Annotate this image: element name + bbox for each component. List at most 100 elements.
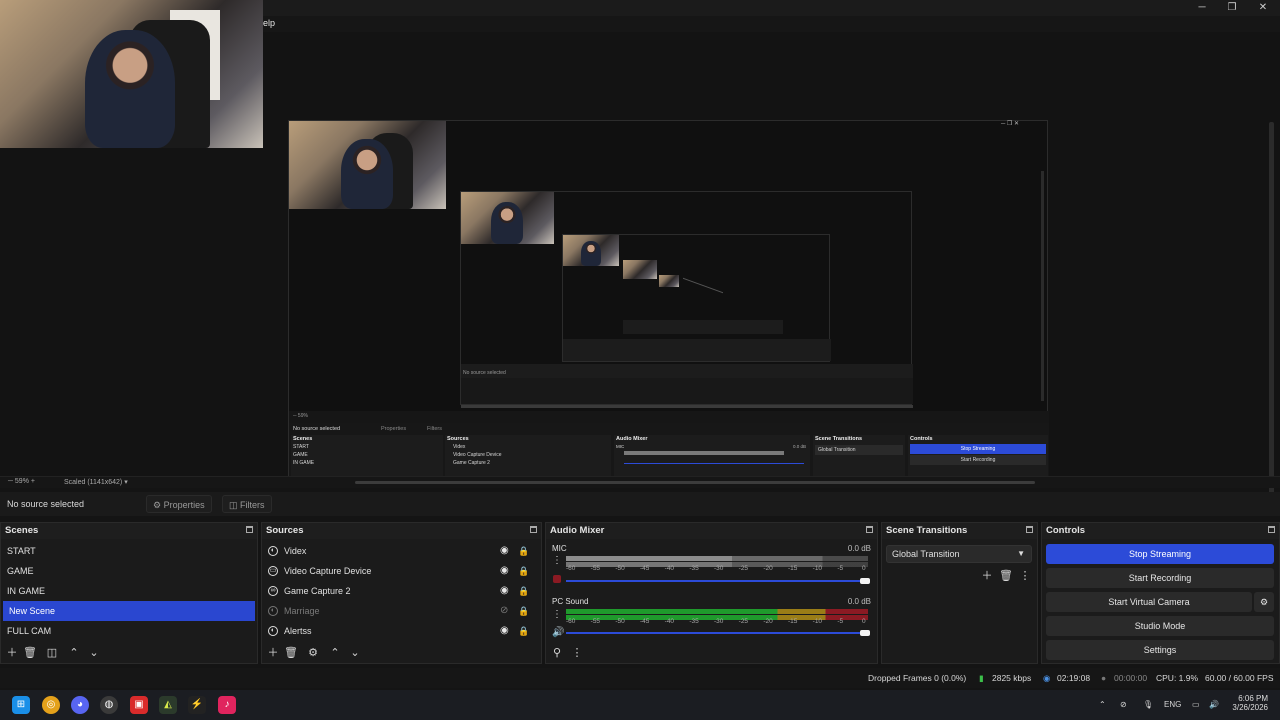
trash-icon[interactable]: 🗑	[284, 646, 298, 660]
source-item[interactable]: ◐ Alertss ◉ 🔒	[262, 621, 541, 641]
volume-icon[interactable]: 🔊	[1209, 700, 1219, 709]
obs-icon[interactable]: ◍	[100, 696, 118, 714]
eye-icon[interactable]: ◉	[500, 621, 509, 641]
undock-icon[interactable]	[1026, 526, 1033, 533]
mute-notif-icon[interactable]: ⊘	[1120, 700, 1127, 709]
volume-slider[interactable]	[566, 632, 866, 634]
zoom-level[interactable]: ─ 59% +	[8, 478, 35, 485]
lightning-icon[interactable]: ⚡	[188, 696, 206, 714]
settings-button[interactable]: Settings	[1046, 640, 1274, 660]
add-icon[interactable]: ＋	[266, 646, 280, 660]
undock-icon[interactable]	[1268, 526, 1275, 533]
scene-item[interactable]: START	[1, 541, 257, 561]
maximize-button[interactable]: ❐	[1217, 0, 1247, 16]
link-icon[interactable]: ⚲	[550, 646, 564, 660]
filter-icon[interactable]: ◫	[45, 646, 59, 660]
stream-time: 02:19:08	[1057, 673, 1091, 683]
discord-icon[interactable]: ◕	[71, 696, 89, 714]
studio-mode-button[interactable]: Studio Mode	[1046, 616, 1274, 636]
preview-canvas[interactable]: ─ ❐ ✕ No source selected ─ 59% No source…	[0, 0, 1280, 502]
stop-streaming-button[interactable]: Stop Streaming	[1046, 544, 1274, 564]
virtual-camera-settings-button[interactable]: ⚙	[1254, 592, 1274, 612]
lock-icon[interactable]: 🔒	[518, 581, 529, 601]
chevron-up-icon[interactable]: ⌃	[67, 646, 81, 660]
channel-name: PC Sound	[552, 597, 589, 606]
language[interactable]: ENG	[1164, 700, 1181, 709]
db-tick: -35	[689, 618, 699, 625]
add-icon[interactable]: ＋	[5, 646, 19, 660]
source-item[interactable]: ◐ Videx ◉ 🔒	[262, 541, 541, 561]
db-tick: -50	[615, 565, 625, 572]
browser-icon: ◐	[268, 626, 278, 636]
scene-item[interactable]: GAME	[1, 561, 257, 581]
mute-icon[interactable]	[553, 575, 561, 583]
db-scale: -60 -55 -50 -45 -40 -35 -30 -25 -20 -15 -10 -5 0	[566, 565, 868, 574]
chevron-up-icon[interactable]: ⌃	[1099, 700, 1106, 709]
db-tick: -55	[590, 618, 601, 625]
undock-icon[interactable]	[866, 526, 873, 533]
chevron-down-icon[interactable]: ⌄	[348, 646, 362, 660]
clock[interactable]: 6:06 PM 3/26/2026	[1228, 694, 1268, 712]
undock-icon[interactable]	[530, 526, 537, 533]
eye-icon[interactable]: ◉	[500, 561, 509, 581]
tiktok-icon[interactable]: ♪	[218, 696, 236, 714]
more-icon[interactable]: ⋮	[1018, 569, 1032, 583]
source-item[interactable]: ▭ Video Capture Device ◉ 🔒	[262, 561, 541, 581]
chevron-up-icon[interactable]: ⌃	[328, 646, 342, 660]
speaker-icon[interactable]: 🔊	[552, 627, 564, 638]
close-button[interactable]: ✕	[1248, 0, 1278, 16]
scene-item[interactable]: IN GAME	[1, 581, 257, 601]
windows-start-icon[interactable]: ⊞	[12, 696, 30, 714]
volume-meter	[566, 556, 868, 561]
scene-item-selected[interactable]: New Scene	[3, 601, 255, 621]
menu-help[interactable]: elp	[263, 18, 275, 28]
mic-icon[interactable]: 🎙	[1143, 700, 1153, 709]
eye-icon[interactable]: ◉	[500, 541, 509, 561]
volume-slider[interactable]	[566, 580, 866, 582]
more-icon[interactable]: ⋮	[570, 646, 584, 660]
more-icon[interactable]: ⋮	[552, 555, 562, 566]
preview-scrollbar[interactable]	[1269, 122, 1274, 502]
record-icon: ●	[1101, 673, 1107, 683]
lock-icon[interactable]: 🔒	[518, 561, 529, 581]
chevron-down-icon[interactable]: ⌄	[87, 646, 101, 660]
source-item[interactable]: ∞ Game Capture 2 ◉ 🔒	[262, 581, 541, 601]
start-virtual-camera-button[interactable]: Start Virtual Camera	[1046, 592, 1252, 612]
trash-icon[interactable]: 🗑	[23, 646, 37, 660]
add-icon[interactable]: ＋	[980, 569, 994, 583]
app-icon-green[interactable]: ◭	[159, 696, 177, 714]
app-icon-red[interactable]: ▣	[130, 696, 148, 714]
network-icon[interactable]: ▭	[1192, 700, 1200, 709]
eye-hidden-icon[interactable]: ⊘	[500, 601, 508, 621]
trash-icon[interactable]: 🗑	[999, 569, 1013, 583]
lock-icon[interactable]: 🔒	[518, 601, 529, 621]
undock-icon[interactable]	[246, 526, 253, 533]
scene-item[interactable]: FULL CAM	[1, 621, 257, 641]
more-icon[interactable]: ⋮	[552, 609, 562, 620]
start-recording-button[interactable]: Start Recording	[1046, 568, 1274, 588]
lock-icon[interactable]: 🔒	[518, 621, 529, 641]
lock-icon[interactable]: 🔒	[518, 541, 529, 561]
gear-icon[interactable]: ⚙	[306, 646, 320, 660]
filters-button[interactable]: ◫ Filters	[222, 495, 272, 513]
controls-dock: Controls Stop Streaming Start Recording …	[1041, 522, 1280, 664]
db-tick: 0	[862, 565, 866, 572]
chrome-icon[interactable]: ◎	[42, 696, 60, 714]
scene-transitions-dock: Scene Transitions Global Transition ▼ ＋ 🗑…	[881, 522, 1038, 664]
source-item-hidden[interactable]: ◐ Marriage ⊘ 🔒	[262, 601, 541, 621]
db-tick: -60	[566, 565, 576, 572]
db-tick: -20	[763, 565, 773, 572]
preview-hscroll[interactable]	[355, 481, 1035, 484]
minimize-button[interactable]: ─	[1187, 0, 1217, 16]
nested-capture-3	[562, 234, 831, 362]
volume-slider-knob[interactable]	[860, 578, 870, 584]
transition-select[interactable]: Global Transition ▼	[886, 545, 1032, 563]
eye-icon[interactable]: ◉	[500, 581, 509, 601]
status-bar: Dropped Frames 0 (0.0%) ▮ 2825 kbps ◉ 02…	[0, 668, 1280, 688]
obs-window: ─ ❐ ✕ elp ─ ❐ ✕ No source selected ─ 59%…	[0, 0, 1280, 720]
db-tick: -25	[738, 618, 749, 625]
volume-slider-knob[interactable]	[860, 630, 870, 636]
properties-button[interactable]: ⚙ Properties	[146, 495, 212, 513]
db-tick: -60	[566, 618, 576, 625]
scale-mode[interactable]: Scaled (1141x642) ▾	[64, 478, 128, 486]
